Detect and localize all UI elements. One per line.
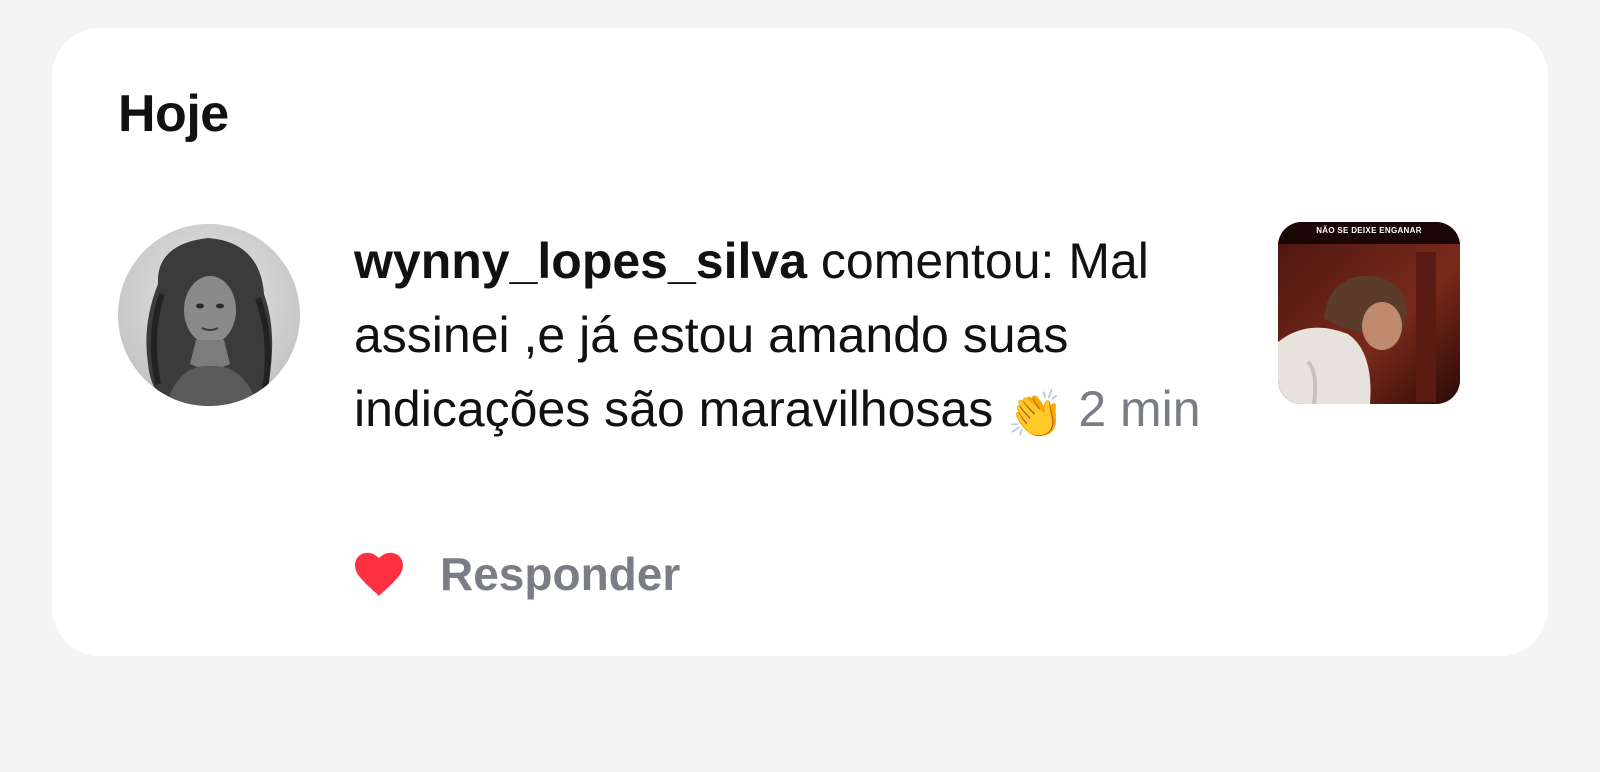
notification-card: Hoje wynny_lopes_silva comentou: Mal ass… [52, 28, 1548, 656]
user-avatar[interactable] [118, 224, 300, 406]
thumbnail-image [1278, 222, 1460, 404]
notification-actions: Responder [354, 544, 680, 604]
notification-content: wynny_lopes_silva comentou: Mal assinei … [354, 224, 1214, 451]
post-thumbnail[interactable]: NÃO SE DEIXE ENGANAR [1278, 222, 1460, 404]
avatar-image [118, 224, 300, 406]
heart-icon[interactable] [354, 551, 404, 597]
reply-button[interactable]: Responder [440, 547, 680, 601]
action-label: comentou: [820, 233, 1055, 289]
timestamp: 2 min [1078, 381, 1201, 437]
thumbnail-caption: NÃO SE DEIXE ENGANAR [1316, 226, 1422, 235]
section-title: Hoje [118, 85, 229, 143]
clapping-hands-icon: 👏 [1007, 388, 1065, 440]
username-link[interactable]: wynny_lopes_silva [354, 233, 807, 289]
comment-text: wynny_lopes_silva comentou: Mal assinei … [354, 224, 1214, 451]
